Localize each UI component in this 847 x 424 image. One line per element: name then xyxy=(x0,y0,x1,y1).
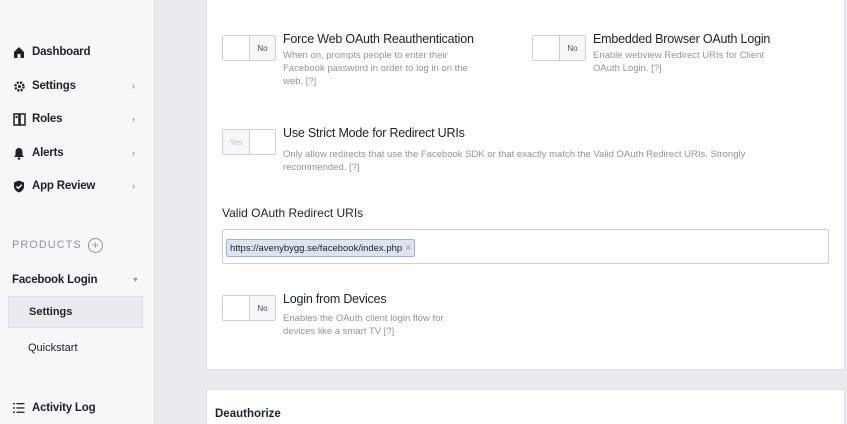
gear-icon xyxy=(10,80,28,93)
redirect-uris-input[interactable]: https://avenybygg.se/facebook/index.php … xyxy=(222,229,829,264)
sidebar-item-settings[interactable]: Settings › xyxy=(0,74,155,98)
embedded-browser-toggle[interactable]: No xyxy=(532,35,586,61)
sidebar-item-label: Activity Log xyxy=(32,402,96,414)
sidebar-item-label: Roles xyxy=(32,113,63,125)
deauthorize-panel: Deauthorize xyxy=(206,389,845,424)
sidebar-item-activity-log[interactable]: Activity Log xyxy=(0,396,155,420)
toggle-state: Yes xyxy=(223,130,249,154)
login-devices-title: Login from Devices xyxy=(283,292,387,306)
force-reauth-toggle[interactable]: No xyxy=(222,35,276,61)
sidebar-item-label: App Review xyxy=(32,180,96,192)
chevron-right-icon: › xyxy=(132,114,135,124)
dashboard-icon xyxy=(10,46,28,59)
sidebar-item-facebook-login[interactable]: Facebook Login ▼ xyxy=(0,268,155,292)
login-devices-toggle[interactable]: No xyxy=(222,295,276,321)
sidebar-item-roles[interactable]: Roles › xyxy=(0,107,155,131)
list-icon xyxy=(10,402,28,414)
sidebar-item-label: Alerts xyxy=(32,147,64,159)
add-product-icon[interactable]: + xyxy=(87,237,103,253)
caret-down-icon: ▼ xyxy=(132,276,139,284)
sidebar-subitem-settings[interactable]: Settings xyxy=(8,296,143,328)
strict-mode-desc: Only allow redirects that use the Facebo… xyxy=(283,149,746,173)
products-label: PRODUCTS xyxy=(12,239,82,251)
sidebar-item-label: Facebook Login xyxy=(12,274,98,286)
embedded-browser-title: Embedded Browser OAuth Login xyxy=(593,32,771,46)
sidebar-item-app-review[interactable]: App Review › xyxy=(0,174,155,198)
sidebar-item-alerts[interactable]: Alerts › xyxy=(0,141,155,165)
bell-icon xyxy=(10,147,28,160)
strict-mode-title: Use Strict Mode for Redirect URIs xyxy=(283,126,465,140)
redirect-uri-token[interactable]: https://avenybygg.se/facebook/index.php … xyxy=(226,239,416,257)
products-header: PRODUCTS + xyxy=(12,236,103,254)
toggle-state: No xyxy=(248,296,275,320)
login-devices-desc: Enables the OAuth client login flow for … xyxy=(283,313,444,337)
sidebar-item-label: Settings xyxy=(32,80,76,92)
chevron-right-icon: › xyxy=(132,148,135,158)
shield-check-icon xyxy=(10,180,28,193)
roles-icon xyxy=(10,112,28,126)
deauthorize-title: Deauthorize xyxy=(215,408,281,420)
sidebar: Dashboard Settings › Roles › Alerts › Ap… xyxy=(0,0,155,424)
embedded-browser-desc: Enable webview Redirect URIs for Client … xyxy=(593,50,765,74)
remove-token-icon[interactable]: × xyxy=(405,243,411,254)
chevron-right-icon: › xyxy=(132,181,135,191)
sidebar-subitem-label: Quickstart xyxy=(28,342,78,354)
redirect-uri-text: https://avenybygg.se/facebook/index.php xyxy=(230,242,403,254)
force-reauth-desc: When on, prompts people to enter their F… xyxy=(283,50,468,87)
sidebar-item-label: Dashboard xyxy=(32,46,91,58)
force-reauth-title: Force Web OAuth Reauthentication xyxy=(283,32,474,46)
sidebar-item-dashboard[interactable]: Dashboard xyxy=(0,40,155,64)
toggle-state: No xyxy=(248,36,275,60)
client-oauth-settings-panel: No Force Web OAuth Reauthentication When… xyxy=(206,0,845,370)
chevron-right-icon: › xyxy=(132,81,135,91)
sidebar-subitem-label: Settings xyxy=(29,306,73,318)
toggle-state: No xyxy=(558,36,585,60)
redirect-uris-label: Valid OAuth Redirect URIs xyxy=(222,206,364,220)
sidebar-subitem-quickstart[interactable]: Quickstart xyxy=(8,332,143,364)
strict-mode-toggle[interactable]: Yes xyxy=(222,129,276,155)
